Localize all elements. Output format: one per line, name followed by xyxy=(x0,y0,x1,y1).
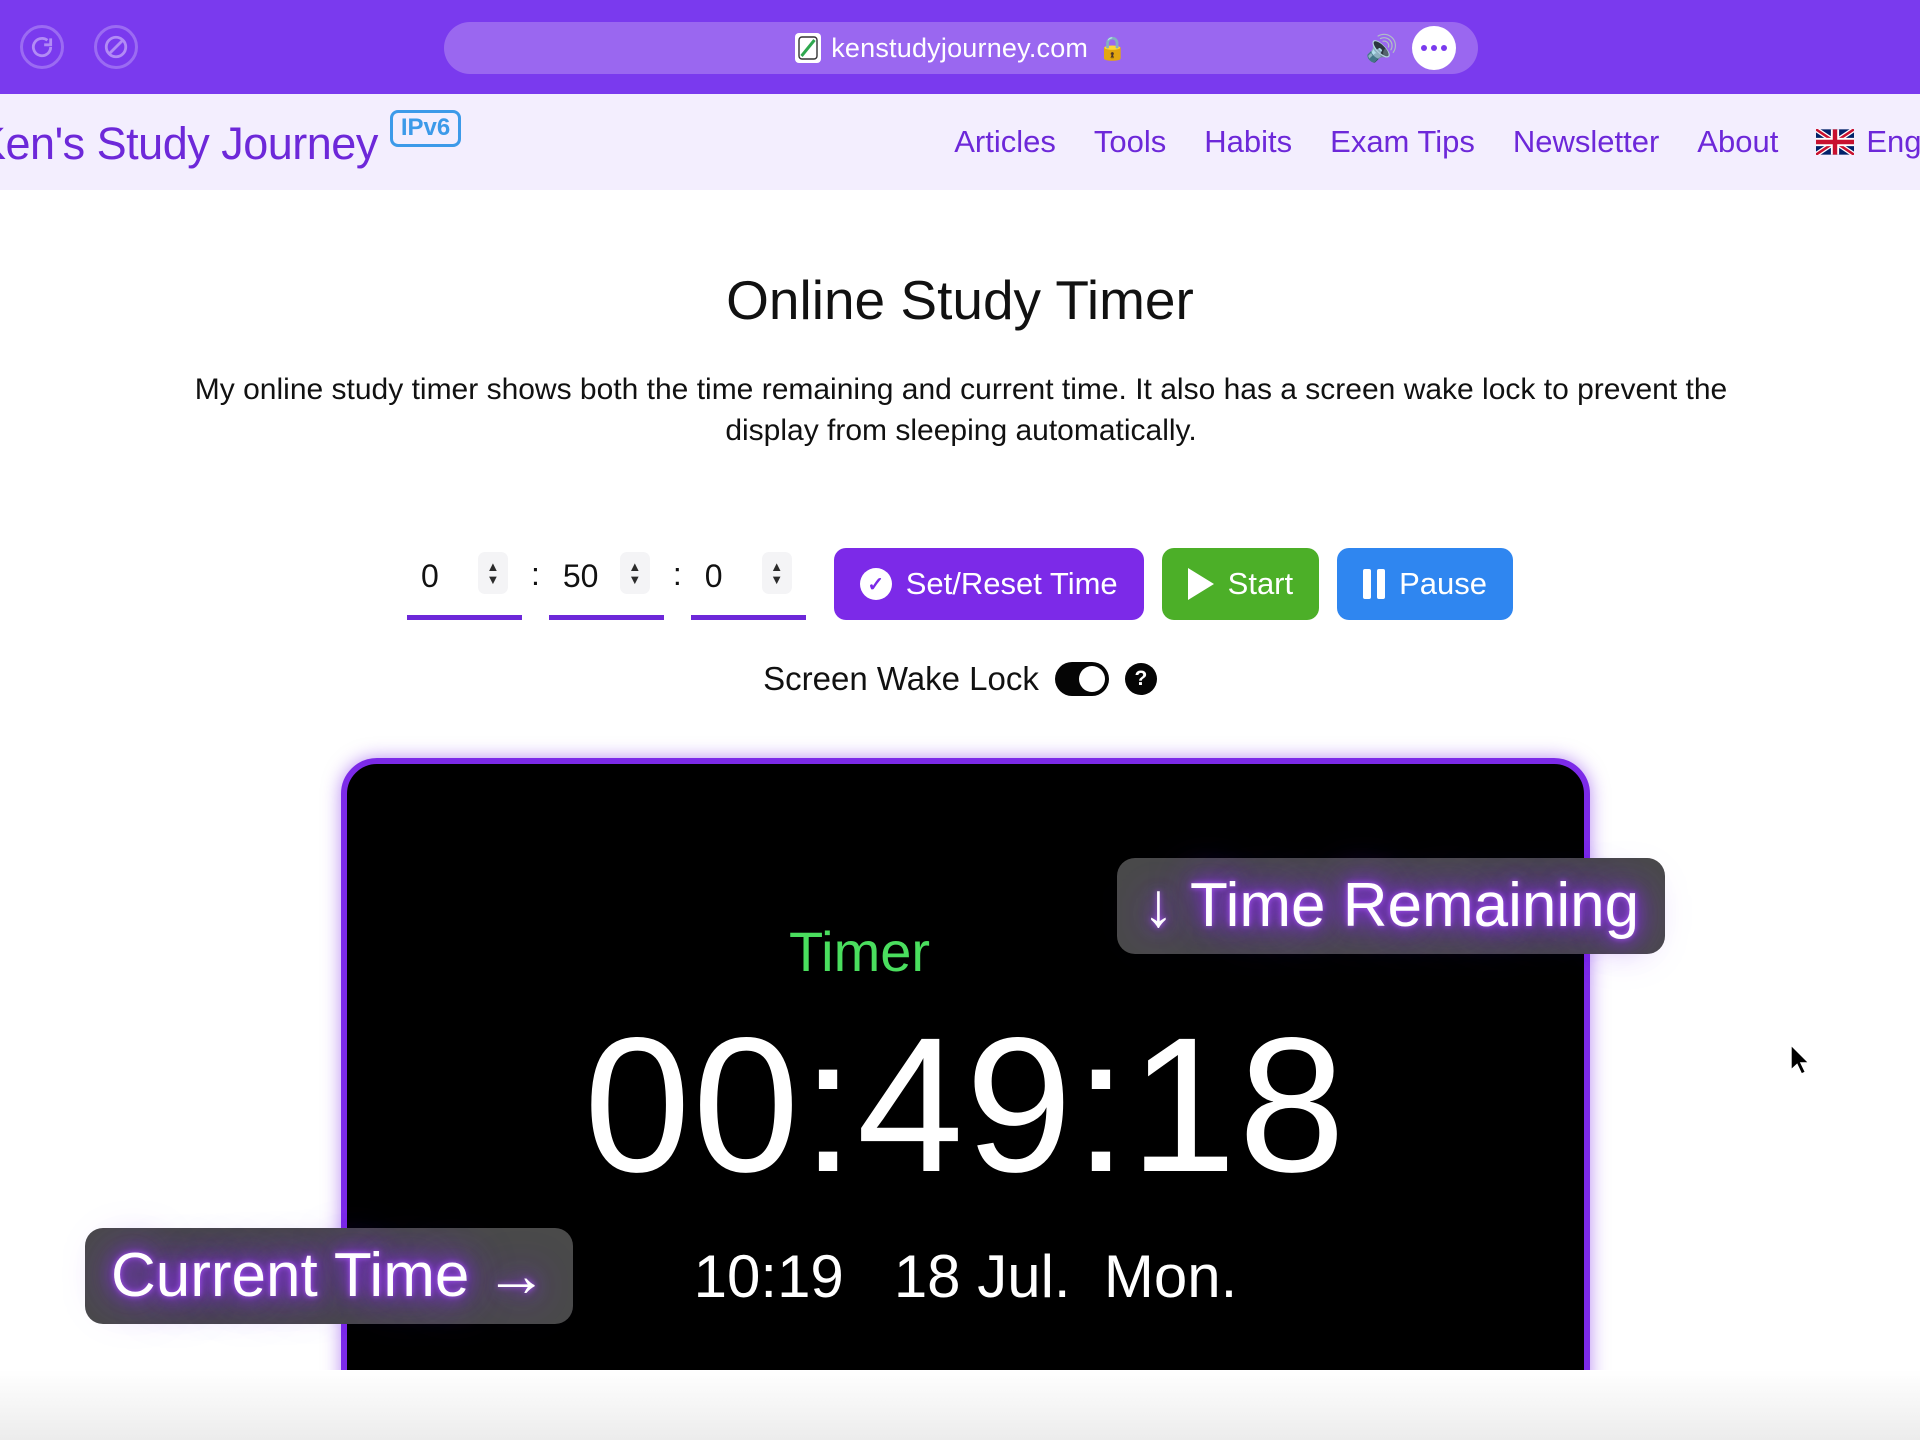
pause-button[interactable]: Pause xyxy=(1337,548,1514,620)
stepper-down-icon[interactable]: ▼ xyxy=(628,573,641,586)
play-icon xyxy=(1187,568,1214,600)
nav-item-habits[interactable]: Habits xyxy=(1204,124,1292,160)
check-circle-icon: ✓ xyxy=(859,568,892,600)
mouse-cursor xyxy=(1790,1044,1811,1075)
language-switcher[interactable]: English xyxy=(1816,124,1920,160)
page-bottom-fade xyxy=(0,1370,1920,1440)
time-separator-1: : xyxy=(530,556,540,592)
site-favicon xyxy=(795,33,822,63)
address-bar[interactable]: kenstudyjourney.com 🔒 🔊 xyxy=(444,22,1478,74)
annotation-time-remaining-label: Time Remaining xyxy=(1190,871,1640,940)
more-options-icon[interactable] xyxy=(1412,26,1456,70)
nav-item-exam-tips[interactable]: Exam Tips xyxy=(1330,124,1475,160)
toggle-knob xyxy=(1078,666,1105,692)
lock-icon: 🔒 xyxy=(1098,34,1127,61)
nav-item-articles[interactable]: Articles xyxy=(954,124,1056,160)
help-icon[interactable]: ? xyxy=(1124,663,1157,695)
hours-input[interactable]: 0 ▲ ▼ xyxy=(406,548,522,620)
hours-stepper[interactable]: ▲ ▼ xyxy=(477,552,508,594)
set-reset-label: Set/Reset Time xyxy=(905,566,1118,601)
nav-item-about[interactable]: About xyxy=(1697,124,1778,160)
site-header: Ken's Study Journey IPv6 Articles Tools … xyxy=(0,94,1920,190)
brand-name: Ken's Study Journey xyxy=(0,118,378,169)
minutes-input[interactable]: 50 ▲ ▼ xyxy=(548,548,664,620)
start-label: Start xyxy=(1227,566,1294,601)
wake-lock-label: Screen Wake Lock xyxy=(763,660,1039,697)
blocked-circle-icon[interactable] xyxy=(94,25,138,69)
annotation-arrow-right: → xyxy=(485,1241,548,1310)
main-nav: Articles Tools Habits Exam Tips Newslett… xyxy=(954,94,1920,190)
stepper-down-icon[interactable]: ▼ xyxy=(770,573,783,586)
minutes-stepper[interactable]: ▲ ▼ xyxy=(619,552,650,594)
annotation-time-remaining: ↓ Time Remaining xyxy=(1117,858,1666,954)
stepper-up-icon[interactable]: ▲ xyxy=(487,560,500,573)
nav-item-tools[interactable]: Tools xyxy=(1094,124,1166,160)
browser-toolbar: kenstudyjourney.com 🔒 🔊 xyxy=(0,0,1920,94)
stepper-up-icon[interactable]: ▲ xyxy=(770,560,783,573)
nav-item-newsletter[interactable]: Newsletter xyxy=(1513,124,1659,160)
hours-value: 0 xyxy=(420,558,439,594)
screen: kenstudyjourney.com 🔒 🔊 Ken's Study Jour… xyxy=(0,0,1920,1440)
pause-label: Pause xyxy=(1399,566,1488,601)
seconds-input[interactable]: 0 ▲ ▼ xyxy=(690,548,806,620)
browser-nav-icons xyxy=(20,25,138,69)
pause-icon xyxy=(1363,569,1386,599)
screen-wake-lock-row: Screen Wake Lock ? xyxy=(0,660,1920,698)
time-separator-2: : xyxy=(672,556,682,592)
ipv6-badge: IPv6 xyxy=(389,110,462,148)
set-reset-time-button[interactable]: ✓ Set/Reset Time xyxy=(833,548,1144,620)
timer-controls: 0 ▲ ▼ : 50 ▲ ▼ : 0 ▲ ▼ ✓ Set/Reset Time … xyxy=(0,548,1920,620)
brand[interactable]: Ken's Study Journey IPv6 xyxy=(0,110,462,170)
uk-flag-icon xyxy=(1816,129,1855,155)
url-text: kenstudyjourney.com xyxy=(831,32,1089,63)
minutes-value: 50 xyxy=(562,558,599,594)
seconds-stepper[interactable]: ▲ ▼ xyxy=(761,552,792,594)
stepper-down-icon[interactable]: ▼ xyxy=(487,573,500,586)
address-bar-actions: 🔊 xyxy=(1366,22,1456,74)
input-underline xyxy=(548,615,664,620)
speaker-icon[interactable]: 🔊 xyxy=(1366,35,1398,61)
annotation-current-time: Current Time → xyxy=(85,1228,574,1324)
language-label: English xyxy=(1866,124,1920,159)
reload-circle-icon[interactable] xyxy=(20,25,64,69)
page-title: Online Study Timer xyxy=(726,269,1194,331)
page-description: My online study timer shows both the tim… xyxy=(194,373,1728,447)
time-input-group: 0 ▲ ▼ : 50 ▲ ▼ : 0 ▲ ▼ xyxy=(406,548,806,620)
time-remaining-value: 00:49:18 xyxy=(583,997,1348,1212)
start-button[interactable]: Start xyxy=(1161,548,1320,620)
stepper-up-icon[interactable]: ▲ xyxy=(628,560,641,573)
timer-label: Timer xyxy=(789,920,931,983)
seconds-value: 0 xyxy=(704,558,723,594)
wake-lock-toggle[interactable] xyxy=(1054,662,1109,696)
annotation-current-time-label: Current Time xyxy=(111,1241,470,1310)
input-underline xyxy=(690,615,806,620)
annotation-arrow-down: ↓ xyxy=(1143,871,1174,940)
input-underline xyxy=(406,615,522,620)
